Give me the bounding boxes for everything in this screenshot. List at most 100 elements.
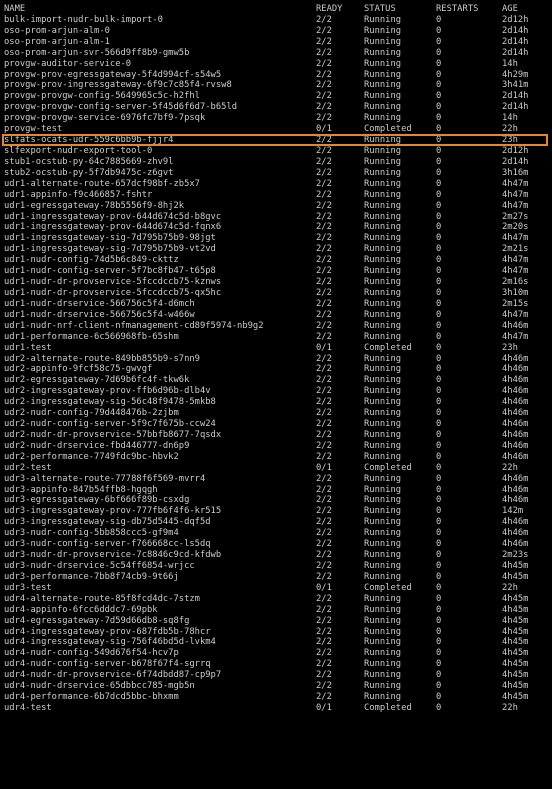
- pod-ready: 2/2: [316, 517, 332, 528]
- pod-age: 142m: [502, 506, 524, 517]
- pod-restarts: 0: [436, 659, 442, 670]
- table-row: udr2-ingressgateway-sig-56c48f9478-5mkb8…: [0, 397, 552, 408]
- table-row: udr3-nudr-config-5bb858ccc5-gf9m4 2/2 Runn…: [0, 528, 552, 539]
- pod-name: udr3-nudr-drservice-5c54ff6854-wrjcc: [4, 561, 195, 572]
- pod-ready: 2/2: [316, 266, 332, 277]
- pod-status: Running: [364, 419, 402, 430]
- pod-age: 4h45m: [502, 593, 529, 604]
- pod-name: udr1-ingressgateway-prov-644d674c5d-fqnx…: [4, 222, 222, 233]
- pod-ready: 2/2: [316, 80, 332, 91]
- pod-ready: 2/2: [316, 255, 332, 266]
- pod-ready: 2/2: [316, 189, 332, 200]
- pod-name: udr1-ingressgateway-prov-644d674c5d-b8gv…: [4, 211, 222, 222]
- pod-restarts: 0: [436, 91, 442, 102]
- pod-restarts: 0: [436, 58, 442, 69]
- pod-restarts: 0: [436, 626, 442, 637]
- pod-restarts: 0: [436, 320, 442, 331]
- pod-status: Running: [364, 102, 402, 113]
- pod-restarts: 0: [436, 287, 442, 298]
- pod-ready: 2/2: [316, 353, 332, 364]
- pod-name: udr4-nudr-dr-provservice-6f74dbdd87-cp9p…: [4, 670, 222, 681]
- table-row: oso-prom-arjun-alm-0 2/2 Running 0 2d14h: [0, 26, 552, 37]
- pod-ready: 2/2: [316, 58, 332, 69]
- pod-ready: 2/2: [316, 47, 332, 58]
- pod-restarts: 0: [436, 419, 442, 430]
- pod-status: Running: [364, 495, 402, 506]
- pod-age: 4h45m: [502, 681, 529, 692]
- pod-status: Running: [364, 80, 402, 91]
- pod-ready: 2/2: [316, 429, 332, 440]
- pod-ready: 2/2: [316, 309, 332, 320]
- table-row: udr1-ingressgateway-prov-644d674c5d-fqnx…: [0, 222, 552, 233]
- pod-status: Running: [364, 320, 402, 331]
- pod-restarts: 0: [436, 36, 442, 47]
- pod-restarts: 0: [436, 462, 442, 473]
- pod-age: 4h45m: [502, 604, 529, 615]
- pod-ready: 0/1: [316, 342, 332, 353]
- pod-ready: 2/2: [316, 145, 332, 156]
- pod-restarts: 0: [436, 692, 442, 703]
- pod-restarts: 0: [436, 451, 442, 462]
- pod-ready: 2/2: [316, 287, 332, 298]
- table-row: udr4-nudr-drservice-65dbbcc785-mgb5n 2/2 R…: [0, 681, 552, 692]
- pod-status: Running: [364, 266, 402, 277]
- pod-ready: 2/2: [316, 440, 332, 451]
- table-row: udr3-nudr-config-server-f766668cc-ls5dq 2…: [0, 539, 552, 550]
- pod-restarts: 0: [436, 298, 442, 309]
- column-header-name: NAME: [4, 4, 26, 14]
- table-row: udr3-nudr-drservice-5c54ff6854-wrjcc 2/2 R…: [0, 561, 552, 572]
- table-row: udr2-alternate-route-849bb855b9-s7nn9 2/2…: [0, 354, 552, 365]
- pod-age: 2m27s: [502, 211, 529, 222]
- pod-status: Running: [364, 571, 402, 582]
- pod-age: 4h47m: [502, 309, 529, 320]
- table-row: udr1-nudr-drservice-566756c5f4-w466w 2/2 R…: [0, 310, 552, 321]
- pod-ready: 2/2: [316, 648, 332, 659]
- pod-status: Running: [364, 135, 402, 146]
- pod-restarts: 0: [436, 25, 442, 36]
- pod-ready: 2/2: [316, 102, 332, 113]
- pod-status: Running: [364, 451, 402, 462]
- pod-status: Running: [364, 58, 402, 69]
- pod-restarts: 0: [436, 506, 442, 517]
- pod-name: provgw-prov-ingressgateway-6f9c7c85f4-rv…: [4, 80, 232, 91]
- pod-name: udr1-test: [4, 342, 52, 353]
- pod-restarts: 0: [436, 648, 442, 659]
- table-row: udr4-nudr-config-server-b678f67f4-sgrrq 2…: [0, 659, 552, 670]
- table-row: provgw-prov-ingressgateway-6f9c7c85f4-rv…: [0, 80, 552, 91]
- pod-status: Running: [364, 440, 402, 451]
- table-row: udr2-nudr-config-server-5f9c7f675b-ccw24…: [0, 419, 552, 430]
- table-row: udr3-ingressgateway-sig-db75d5445-dqf5d 2…: [0, 517, 552, 528]
- pod-ready: 2/2: [316, 91, 332, 102]
- pod-restarts: 0: [436, 211, 442, 222]
- pod-name: udr3-appinfo-847b54ffb8-hgqgh: [4, 484, 158, 495]
- pod-name: udr3-nudr-config-5bb858ccc5-gf9m4: [4, 528, 179, 539]
- pod-status: Running: [364, 211, 402, 222]
- pod-status: Running: [364, 287, 402, 298]
- pod-ready: 2/2: [316, 692, 332, 703]
- pod-name: provgw-provgw-config-5649965c5c-h2fhl: [4, 91, 200, 102]
- table-row: udr4-egressgateway-7d59d66db8-sq8fg 2/2 Ru…: [0, 616, 552, 627]
- pod-age: 4h46m: [502, 473, 529, 484]
- table-row: stub1-ocstub-py-64c7885669-zhv9l 2/2 Runni…: [0, 157, 552, 168]
- table-row: udr3-egressgateway-6bf666f89b-csxdg 2/2 Ru…: [0, 495, 552, 506]
- pod-age: 4h46m: [502, 320, 529, 331]
- pod-age: 2m15s: [502, 298, 529, 309]
- table-row: udr1-ingressgateway-sig-7d795b75b9-98jgt…: [0, 233, 552, 244]
- pod-name: provgw-test: [4, 124, 63, 135]
- pod-age: 2d14h: [502, 156, 529, 167]
- pod-restarts: 0: [436, 309, 442, 320]
- pod-restarts: 0: [436, 14, 442, 25]
- pod-restarts: 0: [436, 550, 442, 561]
- pod-ready: 2/2: [316, 320, 332, 331]
- pod-status: Running: [364, 386, 402, 397]
- pod-age: 23h: [502, 135, 518, 146]
- pod-name: udr4-appinfo-6fcc6dddc7-69pbk: [4, 604, 158, 615]
- pod-age: 4h47m: [502, 255, 529, 266]
- pod-name: udr1-nudr-dr-provservice-5fccdccb75-kznw…: [4, 277, 222, 288]
- table-row: udr4-ingressgateway-prov-687fdb5b-78hcr 2…: [0, 627, 552, 638]
- pod-status: Completed: [364, 342, 412, 353]
- pod-ready: 2/2: [316, 506, 332, 517]
- pod-ready: 2/2: [316, 615, 332, 626]
- pod-ready: 0/1: [316, 703, 332, 713]
- pod-ready: 2/2: [316, 233, 332, 244]
